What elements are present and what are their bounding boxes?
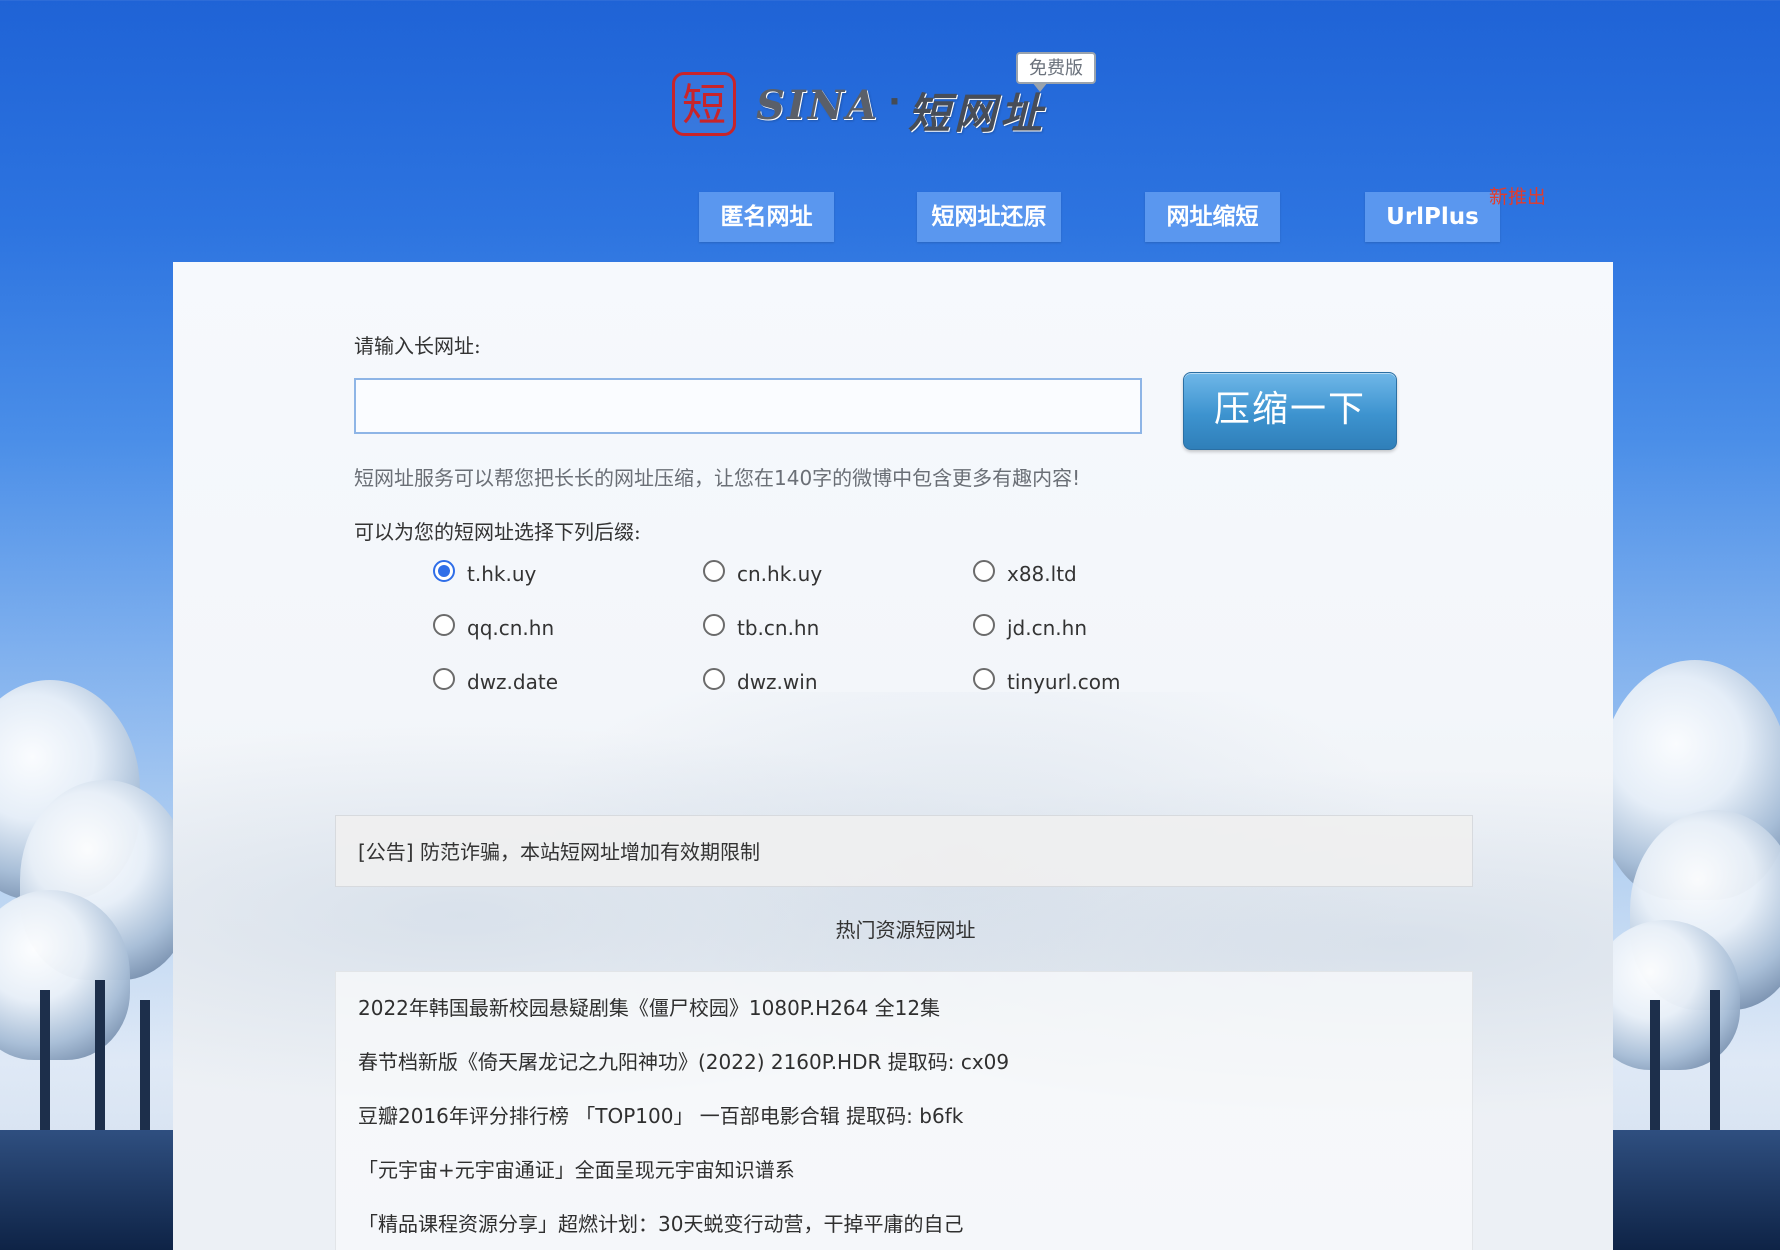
- hot-resources-title: 热门资源短网址: [835, 918, 976, 942]
- logo-seal-icon: 短: [672, 72, 736, 136]
- suffix-option-label: dwz.date: [467, 670, 559, 694]
- radio-unchecked-icon[interactable]: [973, 614, 995, 636]
- announcement-box: [公告] 防范诈骗，本站短网址增加有效期限制: [335, 815, 1473, 887]
- suffix-option-label: tinyurl.com: [1007, 670, 1121, 694]
- site-logo[interactable]: 短 SINA · 短网址 免费版: [672, 52, 1102, 152]
- new-badge: 新推出: [1489, 186, 1547, 208]
- hot-resource-link[interactable]: 春节档新版《倚天屠龙记之九阳神功》(2022) 2160P.HDR 提取码: c…: [358, 1046, 1009, 1075]
- suffix-option-label: cn.hk.uy: [737, 562, 823, 586]
- radio-unchecked-icon[interactable]: [703, 614, 725, 636]
- radio-unchecked-icon[interactable]: [703, 560, 725, 582]
- announcement-text[interactable]: [公告] 防范诈骗，本站短网址增加有效期限制: [358, 836, 760, 865]
- radio-checked-icon[interactable]: [433, 560, 455, 582]
- nav-url-restore-button[interactable]: 短网址还原: [917, 192, 1061, 242]
- service-hint-text: 短网址服务可以帮您把长长的网址压缩，让您在140字的微博中包含更多有趣内容!: [354, 466, 1081, 490]
- suffix-option-label: t.hk.uy: [467, 562, 537, 586]
- snowy-trees-right: [1590, 660, 1780, 1250]
- hot-resource-link[interactable]: 豆瓣2016年评分排行榜 「TOP100」 一百部电影合辑 提取码: b6fk: [358, 1100, 963, 1129]
- free-edition-badge: 免费版: [1016, 52, 1096, 92]
- suffix-label: 可以为您的短网址选择下列后缀:: [354, 520, 641, 544]
- long-url-input[interactable]: [354, 378, 1142, 434]
- radio-unchecked-icon[interactable]: [973, 560, 995, 582]
- hot-resource-link[interactable]: 2022年韩国最新校园悬疑剧集《僵尸校园》1080P.H264 全12集: [358, 992, 940, 1021]
- suffix-option-label: jd.cn.hn: [1007, 616, 1087, 640]
- suffix-option-label: dwz.win: [737, 670, 818, 694]
- long-url-label: 请输入长网址:: [354, 334, 481, 358]
- radio-unchecked-icon[interactable]: [973, 668, 995, 690]
- logo-separator: ·: [888, 82, 901, 122]
- logo-cn-text: 短网址: [908, 89, 1047, 138]
- nav-anonymous-url-button[interactable]: 匿名网址: [699, 192, 834, 242]
- hot-resources-list: 2022年韩国最新校园悬疑剧集《僵尸校园》1080P.H264 全12集 春节档…: [335, 971, 1473, 1250]
- logo-sina-text: SINA: [756, 82, 880, 129]
- radio-unchecked-icon[interactable]: [433, 668, 455, 690]
- suffix-option-label: x88.ltd: [1007, 562, 1077, 586]
- shorten-button[interactable]: 压缩一下: [1183, 372, 1397, 450]
- nav-urlplus-button[interactable]: UrlPlus: [1365, 192, 1500, 242]
- suffix-option-label: qq.cn.hn: [467, 616, 555, 640]
- snowy-trees-left: [0, 660, 190, 1250]
- nav-url-shorten-button[interactable]: 网址缩短: [1145, 192, 1280, 242]
- radio-unchecked-icon[interactable]: [703, 668, 725, 690]
- hot-resource-link[interactable]: 「元宇宙+元宇宙通证」全面呈现元宇宙知识谱系: [358, 1154, 795, 1183]
- radio-unchecked-icon[interactable]: [433, 614, 455, 636]
- main-panel: 请输入长网址: 压缩一下 短网址服务可以帮您把长长的网址压缩，让您在140字的微…: [173, 262, 1613, 1250]
- suffix-option-label: tb.cn.hn: [737, 616, 820, 640]
- hot-resource-link[interactable]: 「精品课程资源分享」超燃计划：30天蜕变行动营，干掉平庸的自己: [358, 1208, 963, 1237]
